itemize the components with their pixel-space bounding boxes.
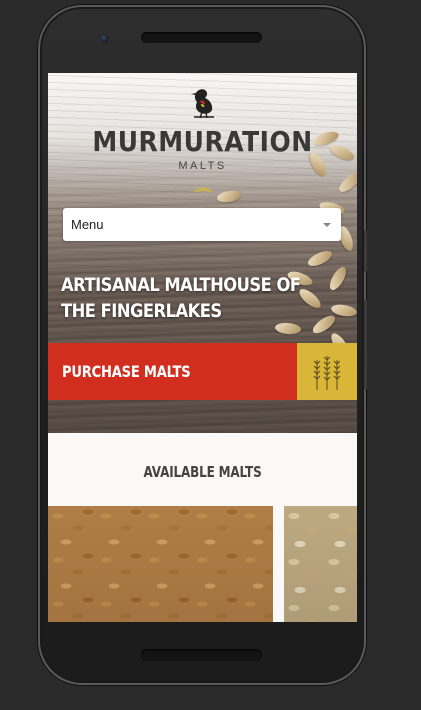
hero-tagline: ARTISANAL MALTHOUSE OF THE FINGERLAKES — [61, 274, 301, 322]
purchase-malts-label: PURCHASE MALTS — [62, 362, 191, 381]
purchase-malts-button[interactable]: PURCHASE MALTS — [48, 343, 297, 400]
camera-icon — [100, 34, 109, 43]
chevron-down-icon — [323, 222, 331, 227]
power-button — [364, 300, 367, 390]
malt-card[interactable] — [48, 506, 273, 622]
bottom-speaker — [141, 649, 262, 661]
phone-screen: MURMURATION MALTS Menu ARTISANAL MALTHOU… — [48, 73, 357, 622]
menu-dropdown-label: Menu — [71, 217, 104, 232]
top-speaker — [141, 32, 262, 43]
purchase-icon-button[interactable] — [297, 343, 357, 400]
menu-dropdown[interactable]: Menu — [63, 208, 341, 241]
section-title: AVAILABLE MALTS — [143, 463, 262, 481]
available-malts-section: AVAILABLE MALTS — [48, 433, 357, 622]
volume-button — [364, 230, 367, 272]
malt-card[interactable] — [284, 506, 357, 622]
wheat-icon — [313, 355, 341, 390]
brand-subtitle: MALTS — [178, 160, 227, 172]
brand-name: MURMURATION — [92, 125, 313, 158]
blackbird-logo-icon[interactable] — [188, 87, 218, 119]
hero-section: MURMURATION MALTS Menu ARTISANAL MALTHOU… — [48, 73, 357, 433]
wheat-divider-icon — [193, 187, 213, 193]
